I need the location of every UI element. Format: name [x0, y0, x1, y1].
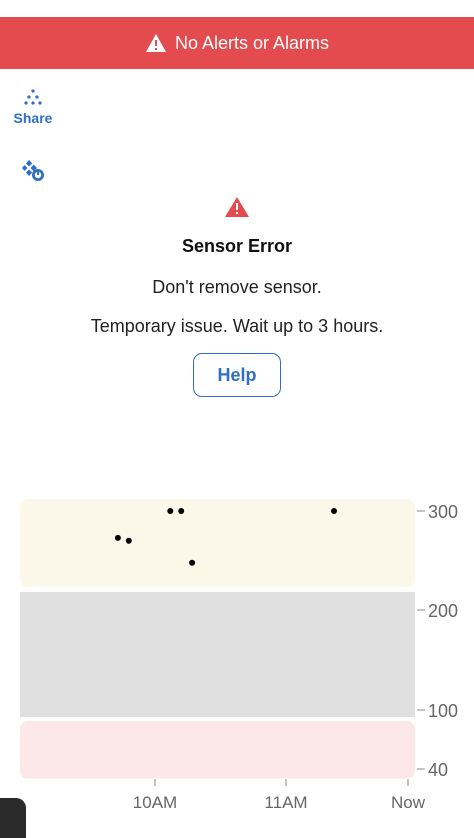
warning-triangle-icon — [145, 34, 166, 52]
reading-point-3 — [167, 508, 174, 514]
help-button[interactable]: Help — [193, 353, 281, 397]
reading-point-4 — [178, 508, 185, 514]
y-tick-300: 300 — [417, 502, 458, 522]
x-tick-label: 11AM — [264, 793, 307, 812]
corner-handle[interactable] — [0, 798, 26, 838]
y-tick-label: 100 — [428, 701, 458, 721]
alert-banner[interactable]: No Alerts or Alarms — [0, 17, 474, 69]
x-tick-11am: 11AM — [264, 779, 308, 812]
x-tick-label: 10AM — [133, 793, 177, 812]
app-screen: No Alerts or Alarms Share Sensor Error D… — [0, 0, 474, 838]
alert-banner-text: No Alerts or Alarms — [174, 32, 330, 53]
status-strip — [0, 0, 474, 17]
high-zone — [20, 499, 415, 587]
y-tick-100: 100 — [417, 701, 458, 721]
reading-point-5 — [189, 559, 196, 566]
error-title: Sensor Error — [181, 236, 293, 256]
x-tick-now: Now — [391, 779, 426, 812]
error-detail: Temporary issue. Wait up to 3 hours. — [90, 316, 384, 336]
share-label: Share — [13, 110, 53, 126]
y-tick-200: 200 — [417, 601, 458, 621]
reading-point-1 — [114, 534, 121, 541]
sensor-error-icon[interactable] — [17, 155, 47, 183]
error-message: Don't remove sensor. — [152, 277, 322, 297]
y-tick-label: 200 — [428, 601, 458, 621]
low-zone — [20, 721, 415, 779]
glucose-chart: 300 200 100 40 10AM 11AM Now — [20, 499, 458, 812]
share-dots-icon — [24, 89, 42, 105]
y-tick-label: 40 — [428, 760, 448, 780]
reading-point-2 — [125, 537, 132, 544]
x-tick-10am: 10AM — [133, 779, 177, 812]
share-button[interactable]: Share — [10, 88, 56, 126]
reading-point-6 — [331, 508, 337, 514]
warning-triangle-icon — [225, 197, 249, 217]
x-tick-label: Now — [391, 793, 426, 812]
y-tick-40: 40 — [417, 760, 448, 780]
target-zone — [20, 592, 415, 717]
y-tick-label: 300 — [428, 502, 458, 522]
